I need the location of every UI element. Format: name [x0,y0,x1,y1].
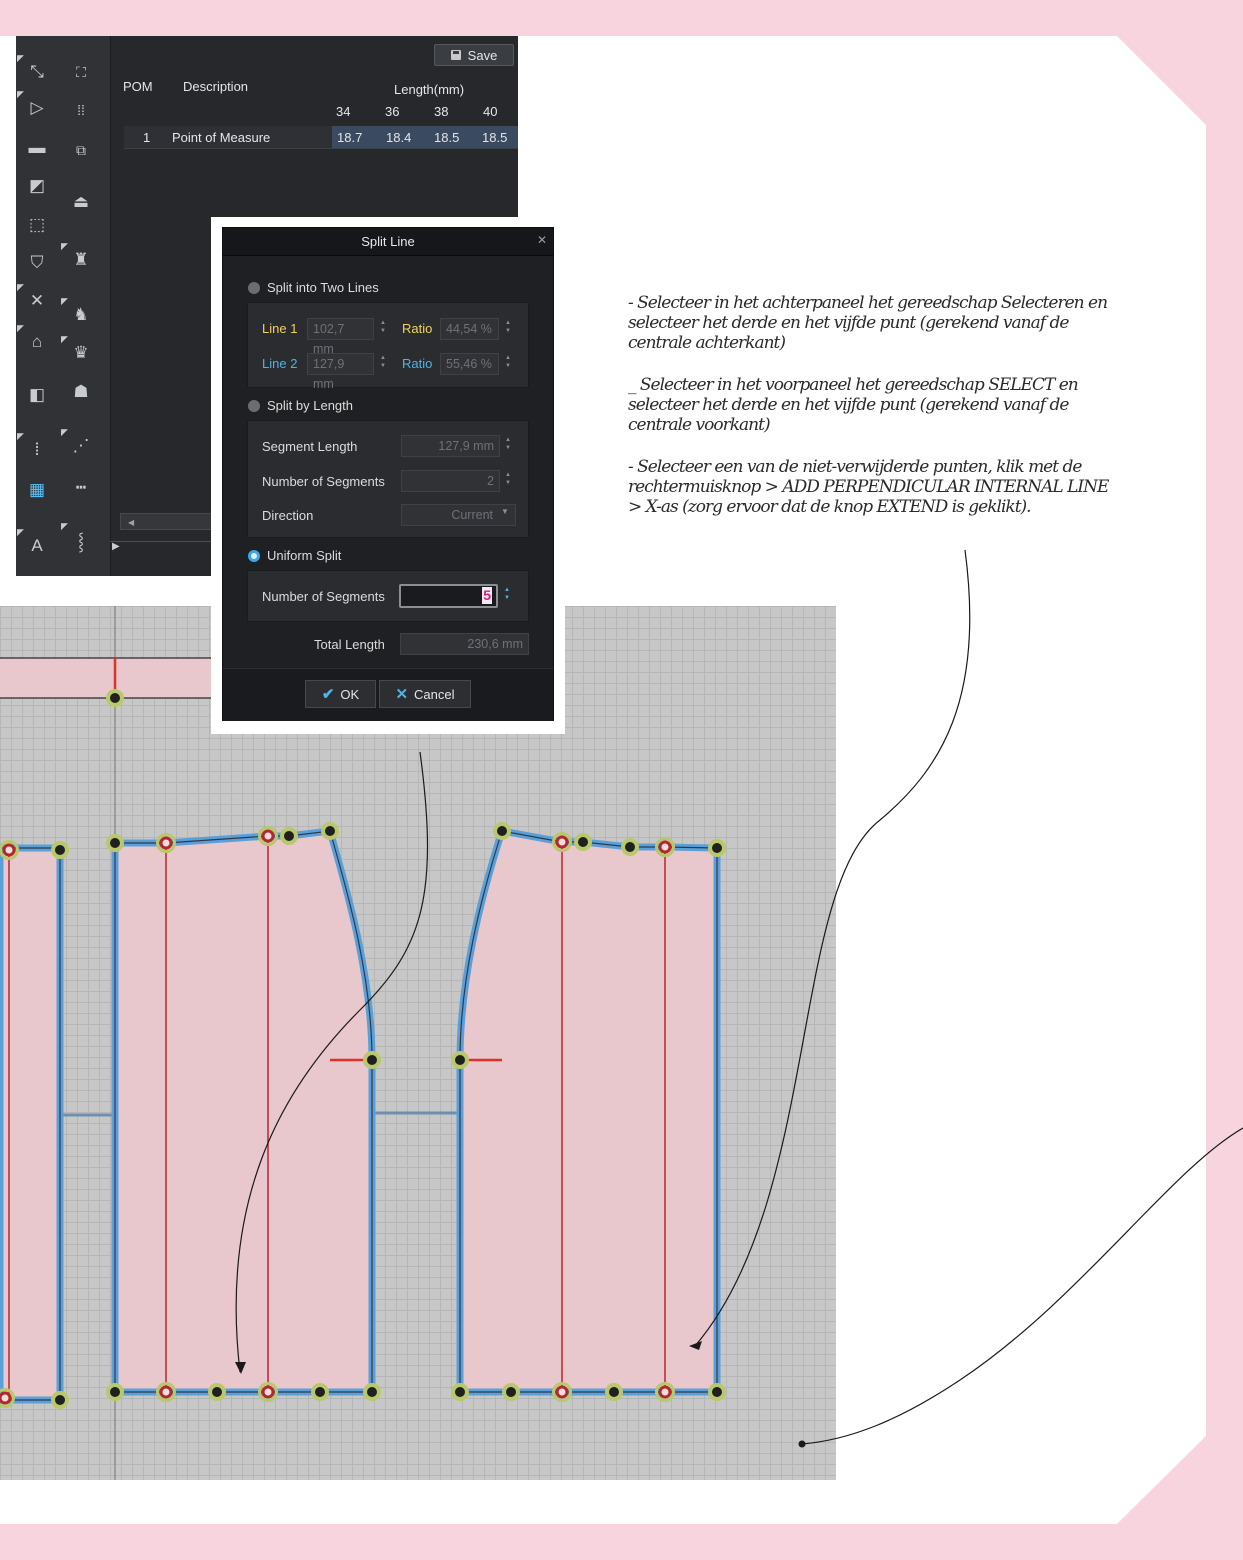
line-tool-icon[interactable]: ◤ ⋰ [61,427,96,460]
total-length-field: 230,6 mm [400,633,529,655]
save-disk-icon [450,50,461,60]
direction-label: Direction [262,508,314,523]
description-column-header: Description [183,79,249,94]
sew-tool-icon[interactable]: ◤ ♞ [61,296,96,329]
cut-tool-icon[interactable]: ◤ ✕ [17,282,52,315]
notch-tool-icon[interactable]: ◤ ⌂ [17,323,52,356]
radio-split-by-length[interactable] [248,400,260,412]
size-header-40: 40 [483,104,498,119]
line1-ratio-label: Ratio [402,321,433,336]
line2-length-field[interactable]: 127,9 mm [307,353,374,391]
chevron-down-icon[interactable]: ▼ [501,507,509,516]
front-pattern-piece[interactable] [456,827,721,1396]
copy-tool-icon[interactable]: ⧉ [66,136,96,164]
text-tool-icon[interactable]: ◤ A [17,527,52,560]
value-cell-36: 18.4 [386,130,412,145]
size-header-36: 36 [385,104,400,119]
top-pattern-piece [0,658,212,698]
uniform-segments-input[interactable]: 5 [399,584,498,608]
line2-ratio-field[interactable]: 55,46 % [440,353,499,375]
ruler-tool-icon[interactable]: ◤ ⦙ [17,431,52,464]
segment-length-spinner-icon[interactable]: ▲ ▼ [504,436,512,456]
line1-ratio-spinner-icon[interactable]: ▲ ▼ [504,319,512,339]
two-lines-group: Line 1 102,7 mm ▲ ▼ Ratio 44,54 % ▲ ▼ Line… [247,302,529,391]
seam-allowance-tool-icon[interactable]: ◧ [22,381,52,409]
tool-palette: ◤ ⤡ ◤ ▷ ▬ ◩ ⬚ ⛉ ◤ ✕ ◤ ⌂ ◧ ◤ ⦙ ▦ ◤ A ⛶ ⁞⁞ ⧉ ⏏ ◤… [16,36,111,576]
uniform-segments-spinner-icon[interactable]: ▲ ▼ [503,586,511,606]
size-header-34: 34 [336,104,351,119]
description-cell: Point of Measure [172,130,271,145]
length-column-header: Length(mm) [394,82,465,97]
dimension-tool-icon[interactable]: ┅ [66,474,96,502]
dialog-footer: ✔ OK ✕ Cancel [223,668,553,721]
back-pattern-piece[interactable] [111,827,376,1396]
direction-select[interactable]: Current [401,504,516,526]
value-cell-38: 18.5 [434,130,460,145]
segment-tool-icon[interactable]: ◤ ▷ [17,89,52,122]
close-icon[interactable]: ✕ [537,233,547,247]
garment-tool-icon[interactable]: ◤ ♛ [61,334,96,367]
total-length-label: Total Length [314,637,385,652]
instruction-front-panel: _ Selecteer in het voorpaneel het gereed… [628,375,1079,435]
cancel-label: Cancel [414,686,455,702]
size-header-38: 38 [434,104,449,119]
radio-split-two-lines-label: Split into Two Lines [267,280,379,295]
rectangle-tool-icon[interactable]: ▬ [22,134,52,162]
save-label: Save [467,47,498,63]
value-cell-34: 18.7 [337,130,363,145]
radio-split-by-length-label: Split by Length [267,398,354,413]
line1-spinner-icon[interactable]: ▲ ▼ [379,319,387,339]
uniform-segments-label: Number of Segments [262,589,385,604]
number-of-segments-label: Number of Segments [262,474,385,489]
select-point-tool-icon[interactable]: ◤ ⤡ [17,53,52,86]
iron-tool-icon[interactable]: ⏏ [66,188,96,216]
shirt-tool-icon[interactable]: ◤ ♜ [61,241,96,274]
line1-ratio-field[interactable]: 44,54 % [440,318,499,340]
dashed-rect-tool-icon[interactable]: ⬚ [22,211,52,239]
instructions-text: - Selecteer in het achterpaneel het gere… [628,293,1113,539]
tape-measure-tool-icon[interactable]: ▦ [22,476,52,504]
cancel-x-icon: ✕ [395,686,409,703]
by-length-group: Segment Length 127,9 mm ▲ ▼ Number of Seg… [247,420,529,538]
move-point-tool-icon[interactable]: ⛶ [66,58,96,86]
radio-split-two-lines[interactable] [248,282,260,294]
dialog-title: Split Line [361,234,415,249]
expand-arrow-icon[interactable]: ▶ [112,541,120,552]
line1-label: Line 1 [262,321,298,336]
radio-uniform-split-label: Uniform Split [267,548,342,563]
ok-label: OK [340,686,360,702]
line2-ratio-label: Ratio [402,356,433,371]
pom-number-cell: 1 [143,130,151,145]
line2-label: Line 2 [262,356,298,371]
dialog-titlebar[interactable]: Split Line ✕ [223,228,553,256]
scroll-left-icon[interactable]: ◀ [128,518,134,527]
number-of-segments-spinner-icon[interactable]: ▲ ▼ [504,471,512,491]
group-tool-icon[interactable]: ⁞⁞ [66,96,96,124]
cancel-button[interactable]: ✕ Cancel [379,680,471,708]
save-button[interactable]: Save [434,44,514,66]
number-of-segments-field[interactable]: 2 [401,470,500,492]
instruction-back-panel: - Selecteer in het achterpaneel het gere… [628,293,1108,353]
value-cell-40: 18.5 [482,130,508,145]
check-icon: ✔ [321,686,335,703]
pom-column-header: POM [123,79,153,94]
avatar-tool-icon[interactable]: ☗ [66,378,96,406]
line2-ratio-spinner-icon[interactable]: ▲ ▼ [504,354,512,374]
fold-tool-icon[interactable]: ⛉ [22,249,52,277]
segment-length-field[interactable]: 127,9 mm [401,435,500,457]
instruction-add-line: - Selecteer een van de niet-verwijderde … [628,457,1109,517]
line1-length-field[interactable]: 102,7 mm [307,318,374,356]
uniform-segments-value: 5 [482,587,492,604]
split-line-dialog: Split Line ✕ Split into Two Lines Line 1… [222,227,554,721]
ok-button[interactable]: ✔ OK [305,680,376,708]
pattern-canvas [0,606,726,1480]
radio-uniform-split[interactable] [248,550,260,562]
shape-tool-icon[interactable]: ◩ [22,172,52,200]
line2-spinner-icon[interactable]: ▲ ▼ [379,354,387,374]
zipper-tool-icon[interactable]: ◤ ⸾ [61,521,96,554]
segment-length-label: Segment Length [262,439,358,454]
